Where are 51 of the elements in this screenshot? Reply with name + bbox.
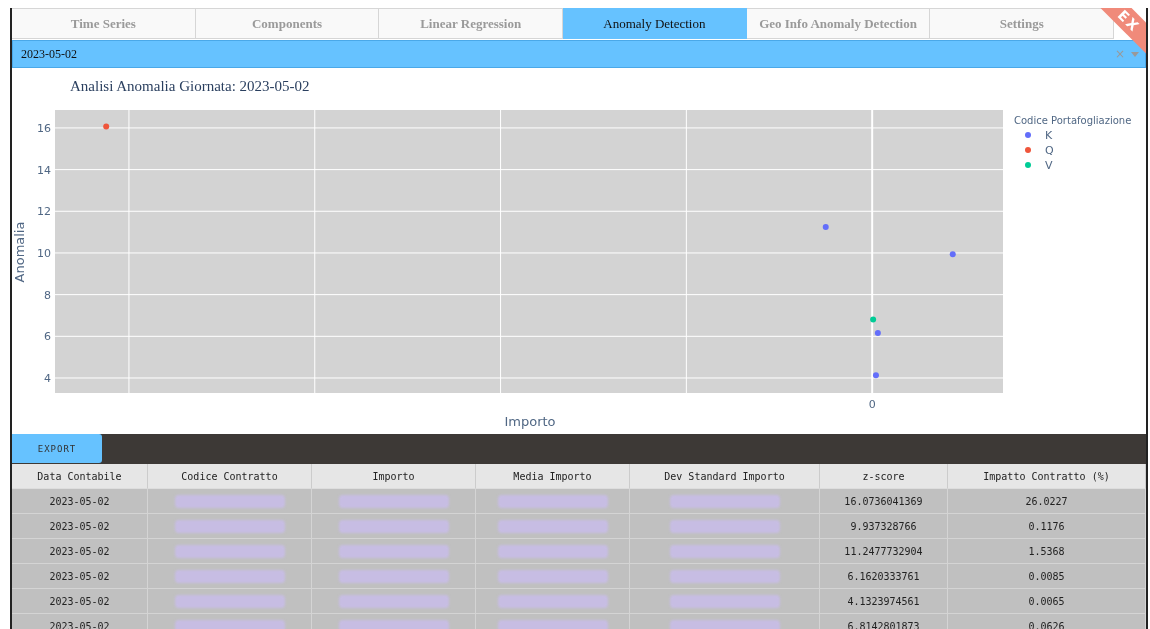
axis-tick-label: 14 [37, 163, 51, 177]
table-cell: 1.5368 [948, 539, 1146, 564]
axis-tick-label: 10 [37, 246, 51, 260]
table-cell: 4.1323974561 [820, 589, 948, 614]
legend-label: K [1045, 129, 1053, 142]
legend-label: V [1045, 159, 1053, 172]
axis-tick-label: 4 [44, 372, 51, 385]
clear-icon[interactable]: × [1114, 47, 1125, 61]
column-header: Codice Contratto [148, 464, 312, 489]
table-cell: 2023-05-02 [12, 589, 148, 614]
table-cell: 11.2477732904 [820, 539, 948, 564]
column-header: Media Importo [476, 464, 630, 489]
tab[interactable]: Settings [930, 8, 1115, 39]
axis-title: Importo [504, 414, 556, 429]
table-cell: 0.0085 [948, 564, 1146, 589]
chart-title: Analisi Anomalia Giornata: 2023-05-02 [70, 78, 310, 94]
axis-title: Anomalia [12, 221, 27, 283]
legend-label: Q [1045, 144, 1054, 157]
tab[interactable]: Components [195, 8, 380, 39]
column-header: z-score [820, 464, 948, 489]
table-cell: 2023-05-02 [12, 539, 148, 564]
axis-tick-label: 8 [44, 288, 51, 302]
axis-tick-label: 16 [37, 121, 51, 135]
column-header: Impatto Contratto (%) [948, 464, 1146, 489]
tab[interactable]: Linear Regression [379, 8, 563, 39]
column-header: Importo [312, 464, 476, 489]
table-cell: 0.1176 [948, 514, 1146, 539]
table-cell: 16.0736041369 [820, 489, 948, 514]
table-cell: 26.0227 [948, 489, 1146, 514]
table-cell: 6.8142801873 [820, 614, 948, 629]
column-header: Dev Standard Importo [630, 464, 820, 489]
table-cell: 6.1620333761 [820, 564, 948, 589]
legend-title: Codice Portafogliazione [1014, 115, 1132, 126]
table-cell: 2023-05-02 [12, 489, 148, 514]
table-cell: 2023-05-02 [12, 564, 148, 589]
tab[interactable]: Geo Info Anomaly Detection [746, 8, 931, 39]
table-cell: 0.0065 [948, 589, 1146, 614]
tab[interactable]: Time Series [12, 8, 196, 39]
table-cell: 2023-05-02 [12, 614, 148, 629]
caret-icon[interactable] [1131, 51, 1139, 57]
table-cell: 0.0626 [948, 614, 1146, 629]
axis-tick-label: 0 [868, 398, 876, 411]
date-dropdown[interactable]: 2023-05-02 × [12, 40, 1146, 68]
dropdown-value: 2023-05-02 [21, 46, 78, 62]
table-cell: 9.937328766 [820, 514, 948, 539]
table-cell: 2023-05-02 [12, 514, 148, 539]
axis-tick-label: 6 [44, 330, 51, 344]
export-button[interactable]: EXPORT [12, 434, 102, 463]
column-header: Data Contabile [12, 464, 148, 489]
axis-tick-label: 12 [37, 205, 51, 219]
tab[interactable]: Anomaly Detection [563, 8, 747, 39]
